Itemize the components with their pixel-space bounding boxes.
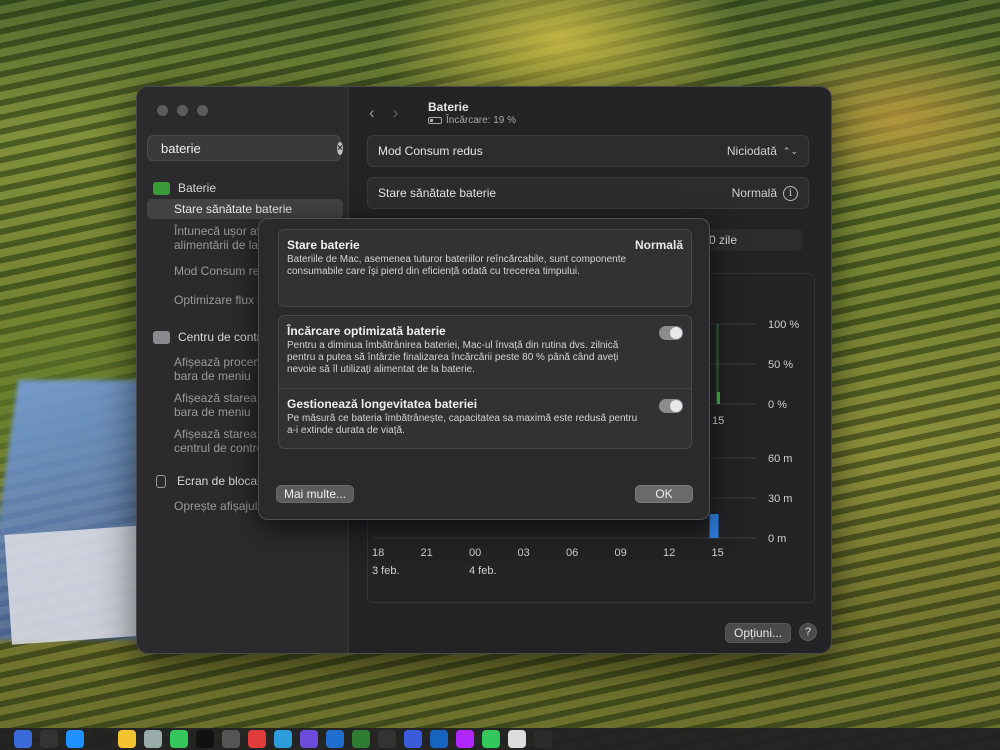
chart2-x-tick-label: 00 (469, 547, 481, 559)
options-button[interactable]: Opțiuni... (725, 623, 792, 643)
battery-longevity-title: Gestionează longevitatea bateriei (287, 397, 478, 411)
chart2-usage-bar (709, 514, 719, 538)
dock-app-icon[interactable] (222, 730, 240, 748)
dock-app-icon[interactable] (274, 730, 292, 748)
battery-status-section: Stare baterie Normală Bateriile de Mac, … (279, 230, 691, 286)
dock-app-icon[interactable] (92, 730, 110, 748)
chart2-x-tick-label: 21 (421, 547, 433, 559)
chart1-y-tick-label: 50 % (768, 359, 793, 371)
sidebar-category-label: Baterie (178, 181, 217, 195)
sidebar-item-stare-sanatate[interactable]: Stare sănătate baterie (147, 199, 343, 219)
optimized-charging-description: Pentru a diminua îmbătrânirea bateriei, … (287, 340, 619, 375)
pane-title: Baterie Încărcare: 19 % (428, 100, 516, 126)
dock-app-icon[interactable] (534, 730, 552, 748)
dock-app-icon[interactable] (482, 730, 500, 748)
navigation-arrows: ‹ › (369, 103, 398, 123)
dock-app-icon[interactable] (404, 730, 422, 748)
low-power-mode-row: Mod Consum redus Niciodată ⌃⌄ (367, 135, 809, 167)
sidebar-category-baterie[interactable]: Baterie (147, 177, 343, 199)
search-field[interactable]: × (147, 135, 343, 161)
help-button[interactable]: ? (799, 623, 817, 641)
dock-app-icon[interactable] (326, 730, 344, 748)
dock-app-icon[interactable] (508, 730, 526, 748)
back-arrow-icon[interactable]: ‹ (369, 103, 375, 123)
dock-app-icon[interactable] (118, 730, 136, 748)
dock-app-icon[interactable] (430, 730, 448, 748)
battery-health-row: Stare sănătate baterie Normală i (367, 177, 809, 209)
more-info-button[interactable]: Mai multe... (276, 485, 354, 503)
battery-status-card: Stare baterie Normală Bateriile de Mac, … (278, 229, 692, 307)
dock-app-icon[interactable] (170, 730, 188, 748)
dock-app-icon[interactable] (248, 730, 266, 748)
dock-app-icon[interactable] (40, 730, 58, 748)
battery-longevity-description: Pe măsură ce bateria îmbătrânește, capac… (287, 413, 638, 436)
battery-health-label: Stare sănătate baterie (378, 186, 497, 200)
chart1-y-tick-label: 0 % (768, 399, 787, 411)
clear-search-icon[interactable]: × (337, 141, 343, 155)
zoom-window-button[interactable] (197, 105, 208, 116)
chevron-updown-icon: ⌃⌄ (782, 145, 798, 156)
lock-icon (156, 474, 166, 488)
battery-longevity-section: Gestionează longevitatea bateriei Pe măs… (279, 388, 691, 445)
charge-status: Încărcare: 19 % (428, 115, 516, 126)
dock-app-icon[interactable] (456, 730, 474, 748)
chart2-date-label: 3 feb. (372, 565, 400, 577)
chart1-level-bar (717, 392, 720, 404)
optimized-charging-title: Încărcare optimizată baterie (287, 324, 446, 338)
battery-longevity-toggle[interactable] (659, 399, 683, 413)
low-power-mode-select[interactable]: Niciodată ⌃⌄ (727, 144, 798, 158)
battery-status-value: Normală (634, 238, 683, 252)
battery-status-description: Bateriile de Mac, asemenea tuturor bater… (287, 254, 627, 277)
battery-health-value: Normală (731, 186, 777, 200)
chart1-y-tick-label: 100 % (768, 319, 799, 331)
search-input[interactable] (161, 140, 337, 156)
screen-glare-white (4, 525, 152, 645)
dock-app-icon[interactable] (378, 730, 396, 748)
optimized-charging-toggle[interactable] (659, 326, 683, 340)
chart2-x-tick-label: 06 (566, 547, 578, 559)
chart2-y-tick-label: 30 m (768, 493, 792, 505)
battery-small-icon (428, 117, 442, 124)
window-controls (157, 105, 208, 116)
charge-percentage: Încărcare: 19 % (446, 115, 517, 126)
chart2-x-tick-label: 12 (663, 547, 675, 559)
forward-arrow-icon[interactable]: › (393, 103, 399, 123)
chart2-x-tick-label: 09 (615, 547, 627, 559)
low-power-mode-value: Niciodată (726, 144, 777, 158)
chart2-x-tick-label: 03 (518, 547, 530, 559)
time-range-tab[interactable]: 0 zile (699, 229, 803, 251)
chart2-x-tick-label: 18 (372, 547, 384, 559)
dock-app-icon[interactable] (352, 730, 370, 748)
dock-app-icon[interactable] (66, 730, 84, 748)
chart2-x-tick-label: 15 (712, 547, 724, 559)
chart2-date-label: 4 feb. (469, 565, 497, 577)
battery-health-dialog: Stare baterie Normală Bateriile de Mac, … (258, 218, 710, 520)
battery-status-title: Stare baterie (287, 238, 360, 252)
ok-button[interactable]: OK (635, 485, 693, 503)
low-power-mode-label: Mod Consum redus (378, 144, 483, 158)
sidebar-category-label: Centru de control (178, 330, 271, 344)
info-icon[interactable]: i (783, 185, 798, 201)
chart1-x-tick-label: 15 (712, 415, 724, 427)
battery-icon (153, 181, 170, 195)
battery-options-card: Încărcare optimizată baterie Pentru a di… (278, 315, 692, 449)
minimize-window-button[interactable] (177, 105, 188, 116)
dock (0, 728, 1000, 750)
battery-health-value-group: Normală i (731, 185, 798, 201)
chart2-y-tick-label: 0 m (768, 533, 786, 545)
close-window-button[interactable] (157, 105, 168, 116)
control-center-icon (153, 330, 170, 344)
page-title: Baterie (428, 100, 469, 114)
dock-app-icon[interactable] (14, 730, 32, 748)
optimized-charging-section: Încărcare optimizată baterie Pentru a di… (279, 316, 691, 388)
dock-app-icon[interactable] (196, 730, 214, 748)
sidebar-category-label: Ecran de blocare (177, 474, 268, 488)
dock-app-icon[interactable] (144, 730, 162, 748)
dock-app-icon[interactable] (300, 730, 318, 748)
chart2-y-tick-label: 60 m (768, 453, 792, 465)
